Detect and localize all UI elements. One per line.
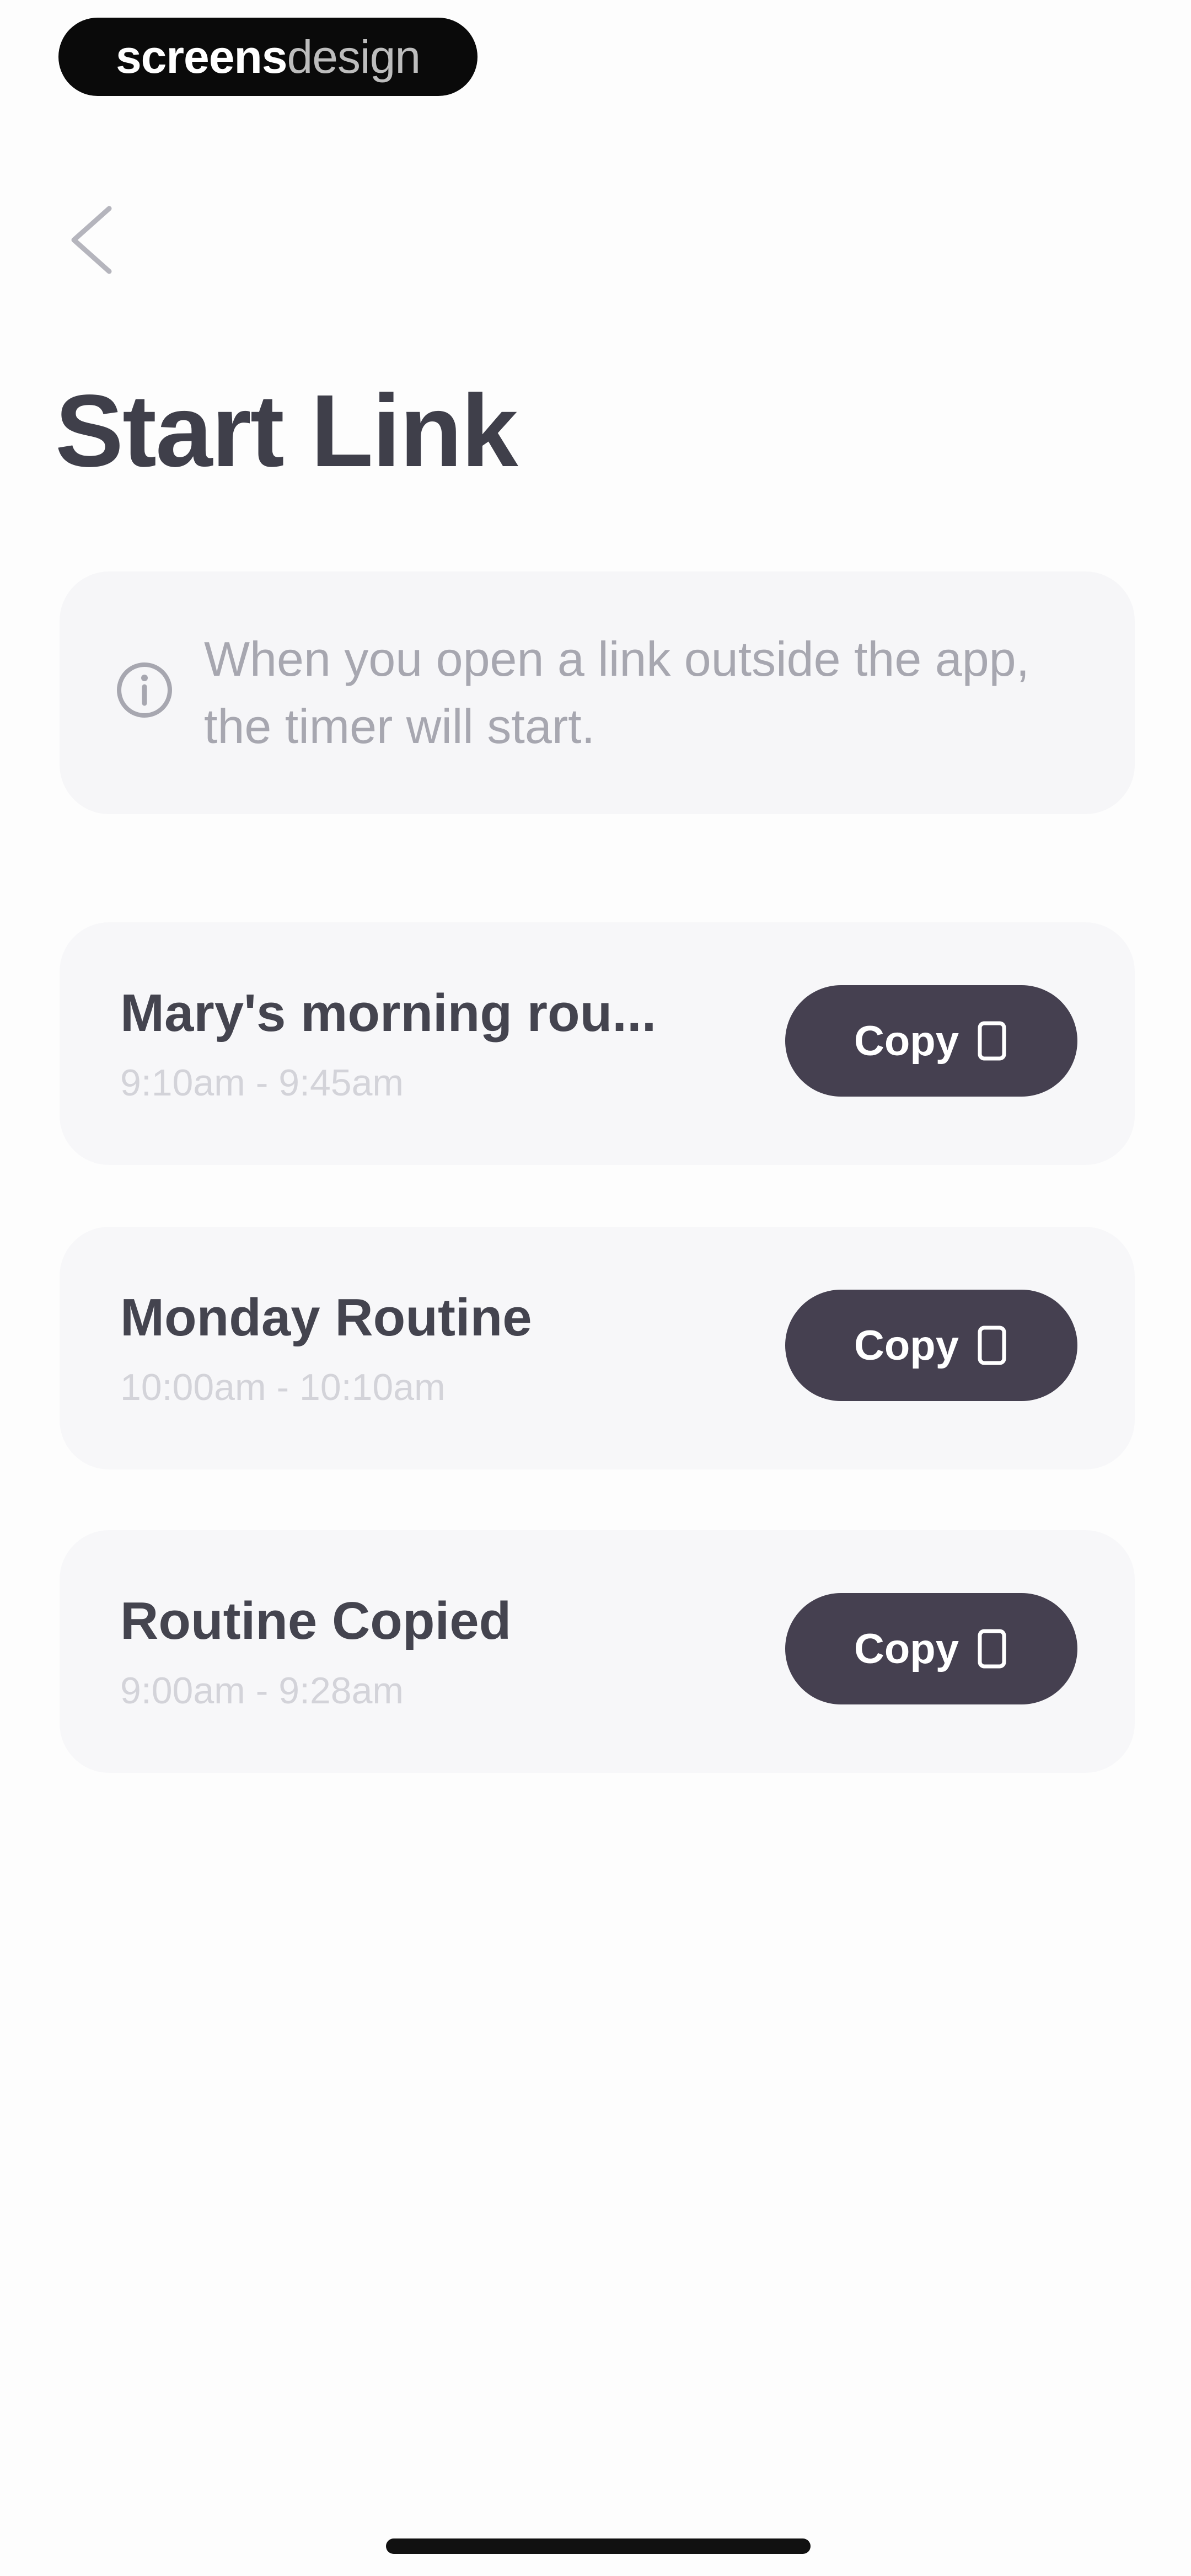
chevron-left-icon (71, 206, 112, 274)
info-text: When you open a link outside the app, th… (204, 632, 1030, 753)
routine-card: Mary's morning rou... 9:10am - 9:45am Co… (60, 922, 1135, 1165)
watermark-logo: screens design (58, 18, 478, 96)
watermark-bold-text: screens (115, 30, 288, 83)
copy-icon (978, 1326, 1006, 1365)
copy-icon (978, 1021, 1006, 1061)
routine-name: Routine Copied (120, 1591, 512, 1650)
home-indicator[interactable] (386, 2538, 811, 2554)
routine-time: 10:00am - 10:10am (120, 1366, 446, 1408)
routine-time: 9:10am - 9:45am (120, 1062, 404, 1104)
routine-name: Mary's morning rou... (120, 984, 657, 1043)
copy-button-label: Copy (854, 1625, 959, 1672)
page-title: Start Link (55, 374, 518, 488)
copy-button-label: Copy (854, 1322, 959, 1369)
copy-button[interactable]: Copy (785, 1290, 1077, 1401)
routine-name: Monday Routine (120, 1288, 532, 1347)
watermark-light-text: design (287, 30, 421, 83)
start-link-screen: screens design Start Link When you open a… (0, 0, 1191, 2576)
routine-time: 9:00am - 9:28am (120, 1670, 404, 1712)
copy-icon (978, 1629, 1006, 1669)
info-box: When you open a link outside the app, th… (60, 571, 1135, 814)
routine-card: Routine Copied 9:00am - 9:28am Copy (60, 1530, 1135, 1773)
copy-button[interactable]: Copy (785, 985, 1077, 1097)
back-button[interactable] (66, 199, 143, 281)
routine-card: Monday Routine 10:00am - 10:10am Copy (60, 1227, 1135, 1469)
copy-button[interactable]: Copy (785, 1593, 1077, 1704)
copy-button-label: Copy (854, 1017, 959, 1065)
info-circle-icon (117, 662, 172, 718)
